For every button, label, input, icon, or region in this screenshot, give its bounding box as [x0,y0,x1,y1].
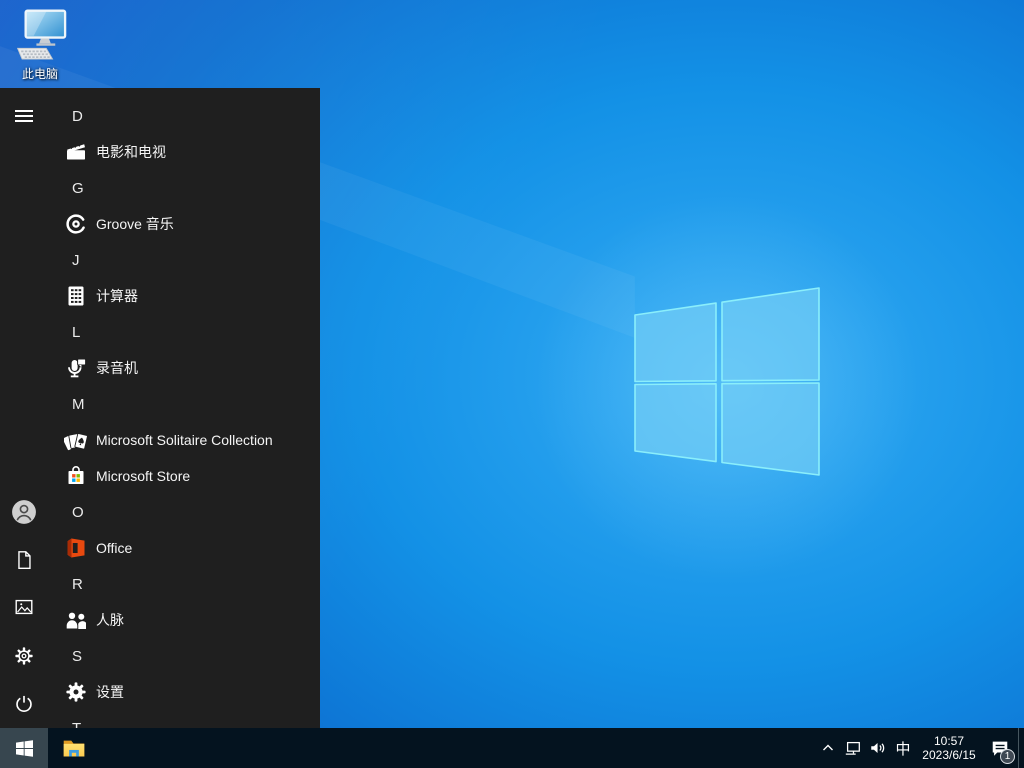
file-explorer-button[interactable] [54,728,94,768]
user-account-button[interactable] [0,488,48,536]
show-desktop-button[interactable] [1018,728,1024,768]
tray-overflow-button[interactable] [816,728,840,768]
app-item-store[interactable]: Microsoft Store [48,458,320,494]
start-button[interactable] [0,728,48,768]
screen: 此电脑 [0,0,1024,768]
power-icon [13,693,35,715]
volume-tray-button[interactable] [865,728,890,768]
people-icon [64,608,88,632]
user-avatar-icon [11,499,37,525]
calculator-icon [64,284,88,308]
settings-icon [64,680,88,704]
documents-button[interactable] [0,536,48,584]
movies-tv-icon [64,140,88,164]
app-item-settings[interactable]: 设置 [48,674,320,710]
ethernet-icon [844,739,862,757]
taskbar-empty-area [94,728,816,768]
desktop-icon-this-pc[interactable]: 此电脑 [8,8,72,82]
section-letter-j[interactable]: J [48,242,320,278]
app-item-office[interactable]: Office [48,530,320,566]
action-center-button[interactable]: 1 [982,728,1018,768]
section-letter-g[interactable]: G [48,170,320,206]
windows-wallpaper-logo-icon [632,285,822,480]
store-icon [64,464,88,488]
pictures-icon [13,596,35,618]
desktop-icon-label: 此电脑 [8,65,72,82]
start-menu: D 电影和电视 [0,88,320,728]
solitaire-icon [64,428,88,452]
groove-music-icon [64,212,88,236]
office-icon [64,536,88,560]
chevron-up-icon [821,741,835,755]
app-item-movies-tv[interactable]: 电影和电视 [48,134,320,170]
start-menu-rail [0,88,48,728]
windows-logo-icon [16,740,33,757]
app-list: D 电影和电视 [48,98,320,728]
section-letter-m[interactable]: M [48,386,320,422]
hamburger-icon [15,107,33,125]
section-letter-s[interactable]: S [48,638,320,674]
settings-rail-button[interactable] [0,632,48,680]
app-item-groove-music[interactable]: Groove 音乐 [48,206,320,242]
app-item-people[interactable]: 人脉 [48,602,320,638]
notification-badge: 1 [1000,749,1015,764]
speaker-icon [869,739,887,757]
computer-icon [11,8,69,60]
gear-icon [13,645,35,667]
section-letter-o[interactable]: O [48,494,320,530]
ime-indicator[interactable]: 中 [890,728,916,768]
clock-time: 10:57 [934,734,964,748]
app-item-solitaire[interactable]: Microsoft Solitaire Collection [48,422,320,458]
section-letter-d[interactable]: D [48,98,320,134]
system-tray: 中 10:57 2023/6/15 1 [816,728,1024,768]
section-letter-t[interactable]: T [48,710,320,728]
voice-recorder-icon [64,356,88,380]
app-item-calculator[interactable]: 计算器 [48,278,320,314]
section-letter-r[interactable]: R [48,566,320,602]
taskbar: 中 10:57 2023/6/15 1 [0,728,1024,768]
network-tray-button[interactable] [840,728,865,768]
document-icon [13,549,35,571]
power-button[interactable] [0,680,48,728]
folder-icon [61,735,87,761]
menu-expand-button[interactable] [0,98,48,134]
clock[interactable]: 10:57 2023/6/15 [916,728,982,768]
clock-date: 2023/6/15 [922,748,975,762]
pictures-button[interactable] [0,583,48,631]
section-letter-l[interactable]: L [48,314,320,350]
app-item-voice-recorder[interactable]: 录音机 [48,350,320,386]
